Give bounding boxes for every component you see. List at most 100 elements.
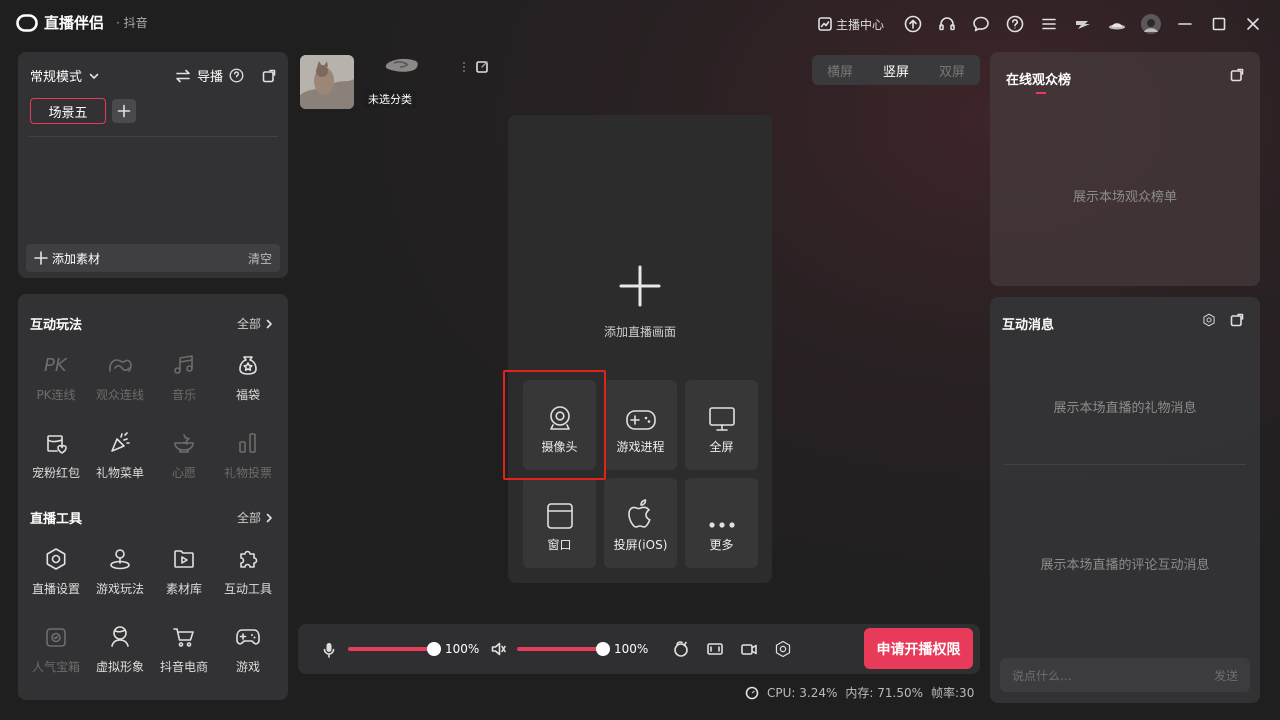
source-game-process[interactable]: 游戏进程 [604,380,677,470]
beauty-button[interactable] [672,640,690,658]
add-scene-button[interactable] [112,99,136,123]
maximize-icon [1212,17,1226,31]
menu-button[interactable] [1032,7,1066,41]
add-material-button[interactable]: 添加素材 [34,250,100,267]
gamepad-icon [216,622,280,652]
guide-controls: 导播 [175,66,276,85]
anchor-center-button[interactable]: 主播中心 [818,16,884,33]
speaker-volume-slider[interactable] [517,647,605,651]
pk-link-item[interactable]: PK PK连线 [24,350,88,403]
wish-item[interactable]: 心愿 [152,428,216,481]
help-icon[interactable] [229,68,244,83]
settings-button[interactable] [774,640,792,658]
apple-icon [604,478,677,536]
upload-button[interactable] [896,7,930,41]
support-button[interactable] [930,7,964,41]
send-button[interactable]: 发送 [1214,667,1238,684]
item-label: PK连线 [36,388,76,402]
lucky-bag-icon [216,350,280,380]
dual-screen-tab[interactable]: 双屏 [939,61,965,80]
close-button[interactable] [1236,7,1270,41]
mirror-screen-icon [707,643,723,655]
message-settings-button[interactable] [1202,313,1216,327]
audience-link-item[interactable]: 观众连线 [88,350,152,403]
gift-vote-item[interactable]: 礼物投票 [216,428,280,481]
mic-button[interactable] [323,642,335,658]
clear-button[interactable]: 清空 [248,250,272,267]
message-button[interactable] [964,7,998,41]
plus-icon [34,251,48,265]
item-label: 游戏玩法 [95,582,144,596]
apply-live-permission-button[interactable]: 申请开播权限 [864,628,973,669]
virtual-avatar-item[interactable]: 虚拟形象 [88,622,152,675]
gift-menu-item[interactable]: 礼物菜单 [88,428,152,481]
video-camera-icon [741,644,757,655]
scene-thumbnail[interactable] [300,55,354,109]
game-item[interactable]: 游戏 [216,622,280,675]
minimize-button[interactable] [1168,7,1202,41]
rank-popout-button[interactable] [1230,68,1244,82]
badge-icon-1[interactable] [1066,7,1100,41]
portrait-tab[interactable]: 竖屏 [883,61,909,80]
mirror-button[interactable] [706,640,724,658]
speaker-volume-knob[interactable] [596,642,610,656]
item-label: 福袋 [235,388,260,402]
mic-volume-slider[interactable] [348,647,436,651]
live-settings-item[interactable]: 直播设置 [24,544,88,597]
library-icon [152,544,216,574]
item-label: 心愿 [171,466,196,480]
item-label: 虚拟形象 [95,660,144,674]
scene-tab-active[interactable]: 场景五 [30,98,106,124]
tools-all-link[interactable]: 全部 [237,509,274,526]
interactive-tools-item[interactable]: 互动工具 [216,544,280,597]
monitor-icon [685,380,758,438]
popout-icon [1230,313,1244,327]
game-play-item[interactable]: 游戏玩法 [88,544,152,597]
help-icon [1006,15,1024,33]
gift-menu-icon [88,428,152,458]
chat-input[interactable]: 说点什么... [1012,667,1071,684]
guide-button[interactable]: 导播 [197,66,223,85]
landscape-tab[interactable]: 横屏 [827,61,853,80]
plus-icon [619,265,661,307]
item-label: 互动工具 [223,582,272,596]
edit-button[interactable] [476,60,489,73]
lucky-bag-item[interactable]: 福袋 [216,350,280,403]
user-avatar[interactable] [1134,7,1168,41]
tools-title: 直播工具 [30,512,83,527]
scene-panel: 常规模式 导播 场景五 添加素材 清空 [18,52,288,278]
app-name: 直播伴侣 [44,14,105,32]
badge-icon-2[interactable] [1100,7,1134,41]
title-bar: 直播伴侣 · 抖音 主播中心 [0,0,1280,48]
item-label: 素材库 [165,582,202,596]
maximize-button[interactable] [1202,7,1236,41]
source-fullscreen[interactable]: 全屏 [685,380,758,470]
hat-icon [1109,23,1125,30]
features-panel: 互动玩法 全部 PK PK连线 观众连线 音乐 福袋 宠粉红包 礼物菜单 心愿 … [18,294,288,700]
svg-text:PK: PK [44,355,68,376]
messages-popout-button[interactable] [1230,313,1244,327]
mic-volume-knob[interactable] [427,642,441,656]
mic-volume-value: 100% [445,642,480,656]
douyin-shop-item[interactable]: 抖音电商 [152,622,216,675]
help-button[interactable] [998,7,1032,41]
speaker-button[interactable] [491,642,507,656]
interactive-all-link[interactable]: 全部 [237,315,274,332]
add-live-scene[interactable]: 添加直播画面 [508,265,772,340]
comment-empty-text: 展示本场直播的评论互动消息 [1040,558,1210,573]
treasure-box-item[interactable]: 人气宝箱 [24,622,88,675]
source-more[interactable]: 更多 [685,478,758,568]
item-label: 直播设置 [31,582,80,596]
item-label: 宠粉红包 [31,466,80,480]
red-packet-item[interactable]: 宠粉红包 [24,428,88,481]
source-window[interactable]: 窗口 [523,478,596,568]
source-ios-cast[interactable]: 投屏(iOS) [604,478,677,568]
material-library-item[interactable]: 素材库 [152,544,216,597]
drag-handle[interactable] [462,60,468,74]
record-button[interactable] [740,640,758,658]
music-item[interactable]: 音乐 [152,350,216,403]
badge-icon [1076,21,1090,29]
add-material-bar: 添加素材 清空 [26,244,280,272]
popout-icon[interactable] [262,69,276,83]
mode-selector[interactable]: 常规模式 [30,66,100,85]
